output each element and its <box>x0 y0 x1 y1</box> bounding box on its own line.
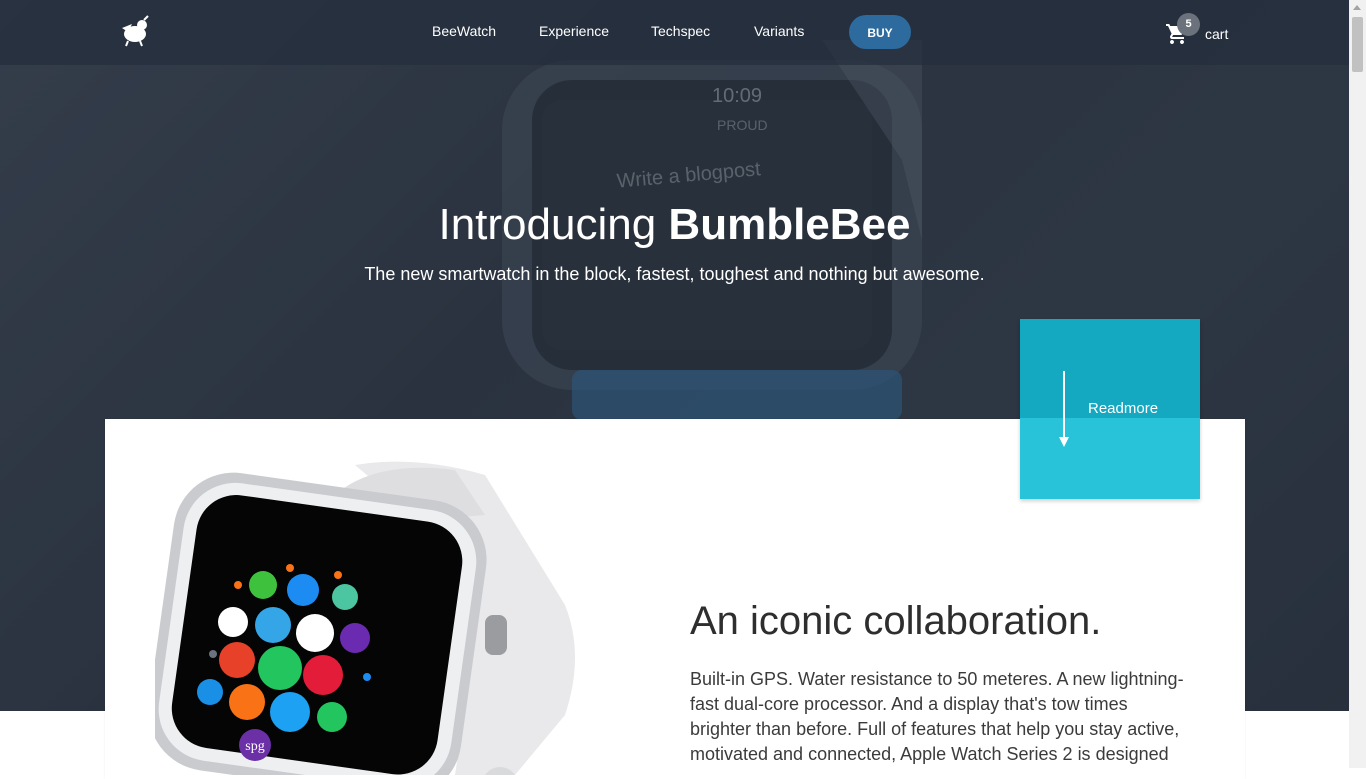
nav-link-techspec[interactable]: Techspec <box>651 23 710 39</box>
buy-button[interactable]: BUY <box>849 15 911 49</box>
page-scrollbar[interactable] <box>1349 0 1366 768</box>
scroll-up-arrow-icon[interactable] <box>1353 5 1361 10</box>
cart-label: cart <box>1205 26 1229 42</box>
section-heading: An iconic collaboration. <box>690 599 1102 643</box>
nav-link-beewatch[interactable]: BeeWatch <box>432 23 496 39</box>
hero-title-brand: BumbleBee <box>668 200 911 249</box>
logo-icon[interactable] <box>118 14 152 48</box>
scrollbar-thumb[interactable] <box>1352 17 1363 72</box>
watch-product-image: spg <box>155 461 575 775</box>
cart-count-badge: 5 <box>1177 13 1200 36</box>
nav-link-experience[interactable]: Experience <box>539 23 609 39</box>
cart-link[interactable]: 5 cart <box>1165 13 1235 53</box>
section-body-text: Built-in GPS. Water resistance to 50 met… <box>690 669 1184 764</box>
hero-subtitle: The new smartwatch in the block, fastest… <box>364 264 985 284</box>
top-navbar: BeeWatch Experience Techspec Variants BU… <box>0 0 1349 65</box>
readmore-label: Readmore <box>1088 400 1159 417</box>
hero-title-prefix: Introducing <box>438 200 669 249</box>
nav-link-variants[interactable]: Variants <box>754 23 804 39</box>
hero-title: Introducing BumbleBee <box>0 200 1349 250</box>
arrow-down-icon <box>1059 371 1069 447</box>
spg-app-label: spg <box>245 739 264 754</box>
readmore-button[interactable]: Readmore <box>1020 319 1200 499</box>
